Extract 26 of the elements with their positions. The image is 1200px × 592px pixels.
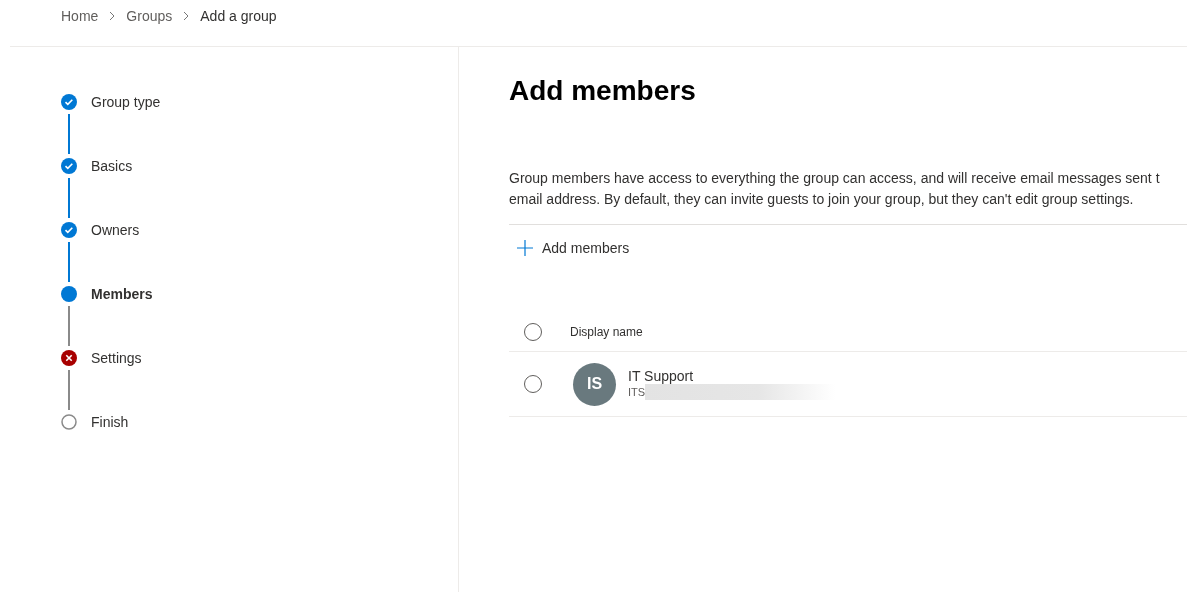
chevron-icon bbox=[108, 11, 117, 21]
chevron-icon bbox=[182, 11, 191, 21]
empty-circle-icon bbox=[61, 414, 77, 430]
step-label[interactable]: Basics bbox=[91, 158, 133, 174]
avatar: IS bbox=[573, 362, 616, 406]
step-label[interactable]: Group type bbox=[91, 94, 161, 110]
step-label[interactable]: Finish bbox=[91, 414, 129, 430]
breadcrumb-link[interactable]: Groups bbox=[126, 8, 173, 24]
add-members-button[interactable]: Add members bbox=[509, 224, 1187, 271]
step-label[interactable]: Owners bbox=[91, 222, 140, 238]
description-text: email address. By default, they can invite guests to join your group, but they can't edit group settings. bbox=[509, 190, 1135, 209]
member-name: IT Support bbox=[628, 368, 695, 384]
page-heading: Add members bbox=[509, 74, 697, 108]
step-label[interactable]: Members bbox=[91, 286, 153, 302]
current-step-dot bbox=[61, 286, 77, 302]
column-header[interactable]: Display name bbox=[570, 325, 643, 339]
description-text: Group members have access to everything the group can access, and will receive email messages sent t bbox=[509, 169, 1161, 188]
member-email: ITS bbox=[628, 386, 646, 398]
error-icon bbox=[61, 350, 77, 366]
check-circle-icon bbox=[61, 222, 77, 238]
check-circle-icon bbox=[61, 158, 77, 174]
breadcrumb-link[interactable]: Add a group bbox=[200, 8, 277, 24]
plus-icon bbox=[517, 240, 533, 256]
check-circle-icon bbox=[61, 94, 77, 110]
breadcrumb-link[interactable]: Home bbox=[61, 8, 99, 24]
step-label[interactable]: Settings bbox=[91, 350, 142, 366]
